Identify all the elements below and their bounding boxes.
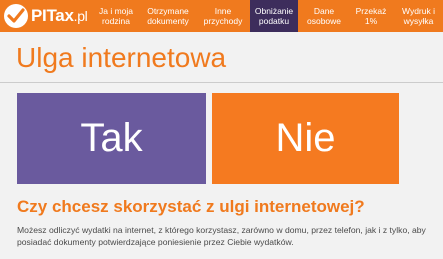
description-text: Możesz odliczyć wydatki na internet, z k…: [17, 225, 426, 247]
nav-label: Wydruk i wysyłka: [402, 6, 435, 26]
logo-text: PITax.pl: [31, 6, 88, 26]
nav-label: Ja i moja rodzina: [98, 6, 133, 26]
yes-button[interactable]: Tak: [17, 93, 206, 184]
nav-otrzymane-dokumenty[interactable]: Otrzymane dokumenty: [140, 0, 196, 32]
nav-label: Obniżanie podatku: [254, 6, 294, 26]
checkmark-icon: [4, 4, 28, 28]
nav-przekaz-1-procent[interactable]: Przekaż 1%: [350, 0, 392, 32]
nav-label: Dane osobowe: [306, 6, 342, 26]
nav-label: Otrzymane dokumenty: [147, 6, 189, 26]
pitax-logo[interactable]: PITax.pl: [4, 4, 88, 28]
nav-dane-osobowe[interactable]: Dane osobowe: [300, 0, 348, 32]
top-navigation-bar: PITax.pl Ja i moja rodzina Otrzymane dok…: [0, 0, 443, 32]
brand-name: PITax: [31, 6, 74, 25]
no-button[interactable]: Nie: [212, 93, 399, 184]
nav-wydruk-i-wysylka[interactable]: Wydruk i wysyłka: [394, 0, 443, 32]
nav-ja-i-moja-rodzina[interactable]: Ja i moja rodzina: [94, 0, 138, 32]
brand-suffix: .pl: [73, 8, 88, 24]
page-title: Ulga internetowa: [16, 42, 227, 73]
nav-inne-przychody[interactable]: Inne przychody: [198, 0, 248, 32]
question-heading: Czy chcesz skorzystać z ulgi internetowe…: [17, 197, 365, 216]
title-divider: [0, 82, 443, 83]
nav-label: Inne przychody: [203, 6, 243, 26]
nav-obnizanie-podatku[interactable]: Obniżanie podatku: [250, 0, 298, 32]
nav-label: Przekaż 1%: [355, 6, 387, 26]
